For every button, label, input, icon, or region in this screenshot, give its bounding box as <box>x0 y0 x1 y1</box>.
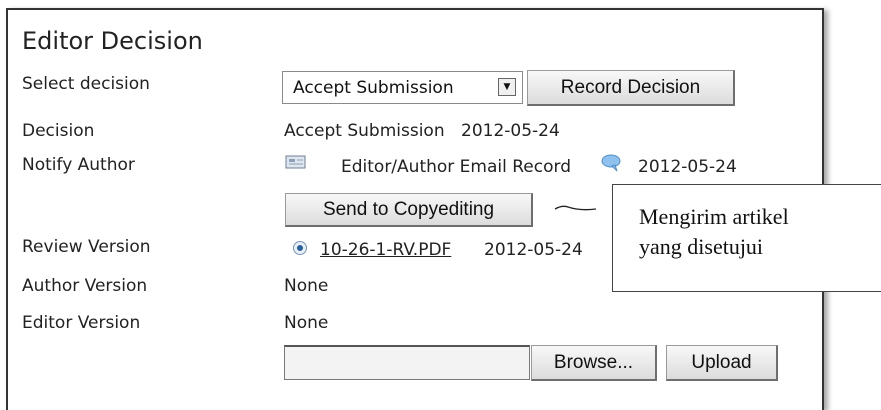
record-decision-button[interactable]: Record Decision <box>527 70 735 106</box>
browse-button[interactable]: Browse... <box>531 345 657 381</box>
review-version-label: Review Version <box>22 237 151 257</box>
speech-bubble-icon[interactable] <box>600 154 622 172</box>
decision-date: 2012-05-24 <box>461 121 560 141</box>
send-to-copyediting-button[interactable]: Send to Copyediting <box>285 193 533 227</box>
decision-value: Accept Submission <box>284 121 445 141</box>
notify-date: 2012-05-24 <box>638 157 737 177</box>
radio-selected-icon[interactable] <box>292 240 308 256</box>
review-date: 2012-05-24 <box>484 240 583 260</box>
annotation-callout: Mengirim artikel yang disetujui <box>612 184 881 292</box>
dropdown-arrow-icon[interactable]: ▼ <box>498 78 516 96</box>
callout-pointer <box>554 205 597 211</box>
select-decision-label: Select decision <box>22 74 150 94</box>
author-version-label: Author Version <box>22 276 148 296</box>
author-version-value: None <box>284 276 329 296</box>
review-file-link[interactable]: 10-26-1-RV.PDF <box>320 240 451 260</box>
editor-version-label: Editor Version <box>22 313 141 333</box>
editor-version-value: None <box>284 313 329 333</box>
annotation-line-1: Mengirim artikel <box>639 204 789 229</box>
decision-select[interactable]: Accept Submission ▼ <box>282 71 523 104</box>
notify-author-label: Notify Author <box>22 155 135 175</box>
decision-label: Decision <box>22 121 95 141</box>
email-record-link[interactable]: Editor/Author Email Record <box>341 157 571 177</box>
file-path-input[interactable] <box>284 345 530 380</box>
upload-button[interactable]: Upload <box>666 345 778 381</box>
section-title: Editor Decision <box>22 27 203 55</box>
envelope-icon[interactable] <box>285 154 307 170</box>
annotation-line-2: yang disetujui <box>639 234 764 259</box>
decision-select-value: Accept Submission <box>293 78 454 98</box>
